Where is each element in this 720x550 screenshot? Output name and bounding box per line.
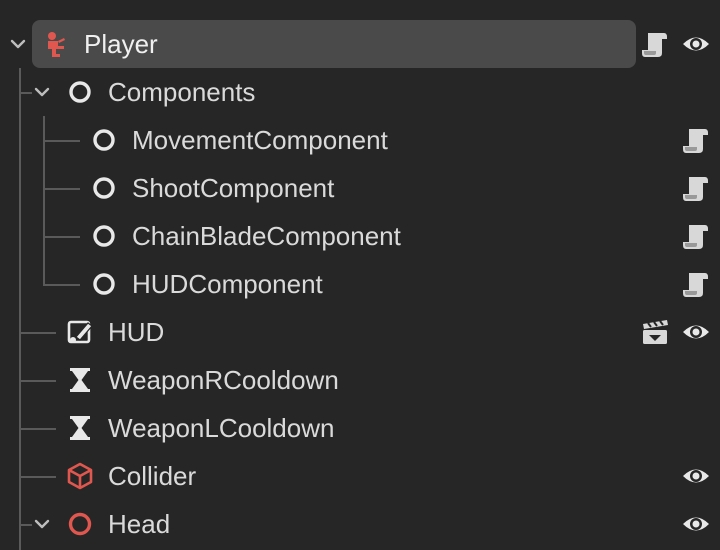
tree-row-components[interactable]: Components — [0, 68, 720, 116]
script-icon[interactable] — [681, 269, 711, 299]
node-circle-icon — [90, 174, 118, 202]
node-circle-icon — [90, 270, 118, 298]
timer-hourglass-icon — [66, 366, 94, 394]
tree-row-chain-blade-component[interactable]: ChainBladeComponent — [0, 212, 720, 260]
tree-row-hud-component[interactable]: HUDComponent — [0, 260, 720, 308]
chevron-down-icon[interactable] — [32, 514, 52, 534]
tree-row-label: ShootComponent — [132, 173, 335, 203]
tree-row-weapon-r-cooldown[interactable]: WeaponRCooldown — [0, 356, 720, 404]
tree-row-label: Head — [108, 509, 171, 539]
chevron-down-icon[interactable] — [32, 82, 52, 102]
scene-tree: Player Components MovementComponent Shoo… — [0, 0, 720, 550]
node-circle-icon — [90, 126, 118, 154]
tree-row-label: HUD — [108, 317, 165, 347]
script-icon[interactable] — [681, 221, 711, 251]
tree-row-label: WeaponRCooldown — [108, 365, 339, 395]
tree-row-label: HUDComponent — [132, 269, 323, 299]
tree-row-hud[interactable]: HUD — [0, 308, 720, 356]
eye-visible-icon[interactable] — [681, 29, 711, 59]
eye-visible-icon[interactable] — [681, 509, 711, 539]
eye-visible-icon[interactable] — [681, 461, 711, 491]
node-circle-icon — [66, 78, 94, 106]
chevron-down-icon[interactable] — [8, 34, 28, 54]
tree-row-label: WeaponLCooldown — [108, 413, 335, 443]
collision-shape-cube-icon — [66, 462, 94, 490]
tree-row-label: ChainBladeComponent — [132, 221, 401, 251]
clapperboard-icon[interactable] — [640, 317, 670, 347]
timer-hourglass-icon — [66, 414, 94, 442]
node-circle-red-icon — [66, 510, 94, 538]
tree-row-collider[interactable]: Collider — [0, 452, 720, 500]
tree-row-label: MovementComponent — [132, 125, 388, 155]
tree-row-label: Player — [84, 29, 158, 59]
script-icon[interactable] — [681, 125, 711, 155]
script-icon[interactable] — [681, 173, 711, 203]
tree-row-head[interactable]: Head — [0, 500, 720, 548]
tree-row-label: Collider — [108, 461, 197, 491]
script-icon[interactable] — [640, 29, 670, 59]
character-body-icon — [42, 30, 70, 58]
node-circle-icon — [90, 222, 118, 250]
tree-row-weapon-l-cooldown[interactable]: WeaponLCooldown — [0, 404, 720, 452]
tree-row-player[interactable]: Player — [0, 20, 720, 68]
tree-row-label: Components — [108, 77, 256, 107]
control-edit-icon — [66, 318, 94, 346]
tree-row-shoot-component[interactable]: ShootComponent — [0, 164, 720, 212]
tree-row-movement-component[interactable]: MovementComponent — [0, 116, 720, 164]
eye-visible-icon[interactable] — [681, 317, 711, 347]
